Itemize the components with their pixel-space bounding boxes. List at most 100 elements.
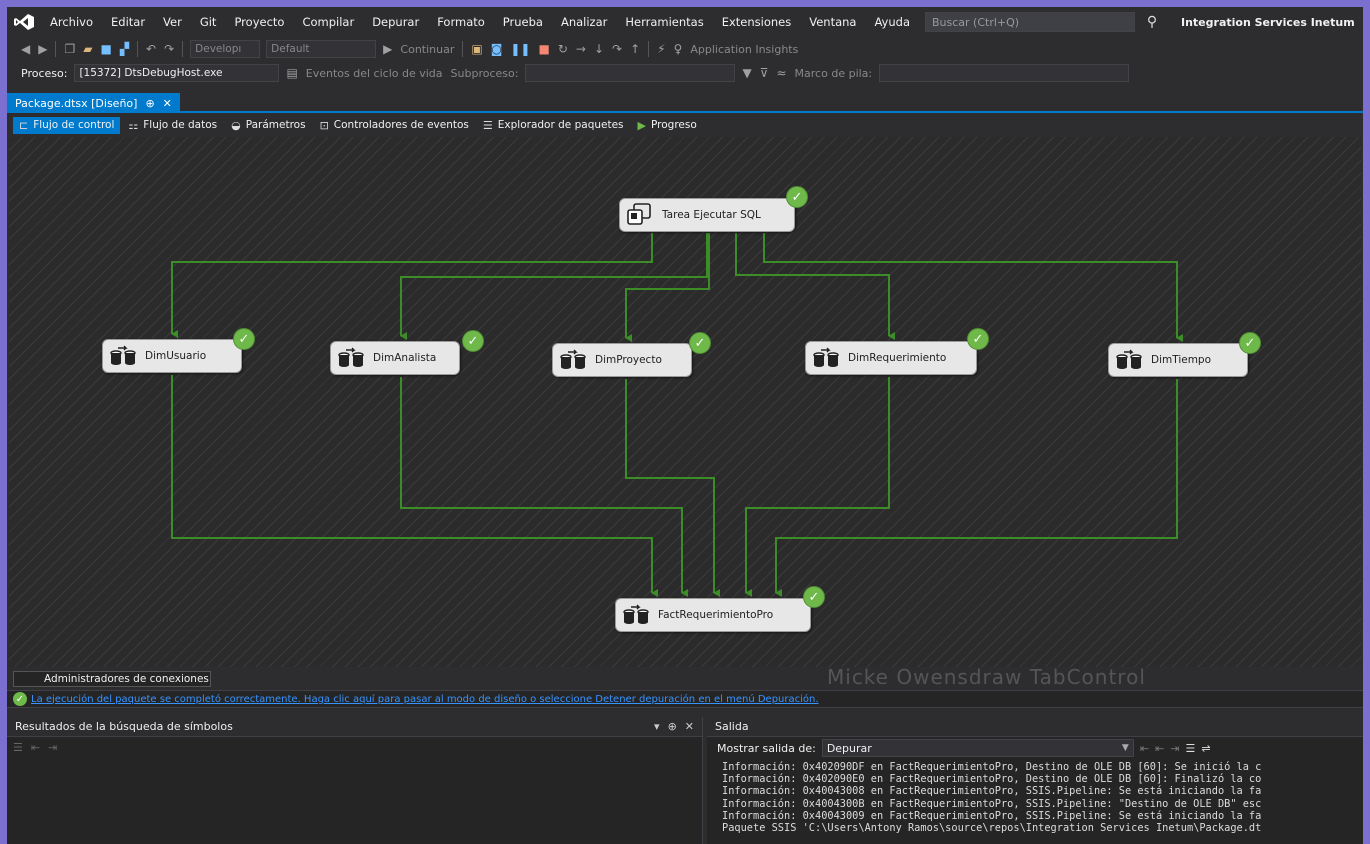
task-dimanalista[interactable]: DimAnalista [330,341,460,375]
visual-studio-logo-icon[interactable] [7,7,41,37]
tab-event-handlers[interactable]: ⊡ Controladores de eventos [314,117,475,134]
lifecycle-events-icon[interactable]: ▤ [282,66,301,80]
tab-connection-managers[interactable]: Administradores de conexiones [13,671,211,687]
constraint-sql-dimrequerimiento [735,233,895,340]
watermark-text: Micke Owensdraw TabControl [827,665,1146,689]
show-next-statement-icon[interactable]: → [572,42,590,56]
output-line: Paquete SSIS 'C:\Users\Antony Ramos\sour… [722,822,1262,835]
menu-compilar[interactable]: Compilar [293,15,363,29]
menu-analizar[interactable]: Analizar [552,15,616,29]
task-dimproyecto[interactable]: DimProyecto [552,343,692,377]
data-flow-task-icon [622,603,652,627]
document-tab-strip: Package.dtsx [Diseño] ⊕ ✕ [7,93,1363,113]
pause-icon[interactable]: ❚❚ [506,42,534,56]
stack-frame-label: Marco de pila: [794,66,873,80]
search-icon[interactable]: ⚲ [1139,14,1165,30]
previous-icon[interactable]: ⇤ [31,741,40,754]
task-dimusuario[interactable]: DimUsuario [102,339,242,373]
filter-icon[interactable]: ▼ [738,66,755,80]
find-message-icon[interactable]: ⇤ [1140,742,1149,755]
menu-ver[interactable]: Ver [154,15,191,29]
document-tab-package[interactable]: Package.dtsx [Diseño] ⊕ ✕ [7,93,180,113]
step-over-icon[interactable]: ↷ [608,42,626,56]
open-folder-icon[interactable]: ▰ [79,42,96,56]
toolbar-separator [648,41,650,57]
task-execute-sql[interactable]: Tarea Ejecutar SQL [619,198,795,232]
menu-prueba[interactable]: Prueba [494,15,552,29]
output-line: Información: 0x4004300B en FactRequerimi… [722,797,1262,810]
continue-icon[interactable]: ▶ [379,42,396,56]
process-combo[interactable]: [15372] DtsDebugHost.exe [74,64,280,82]
toggle-filter-icon[interactable]: ⊽ [756,66,773,80]
menu-herramientas[interactable]: Herramientas [616,15,712,29]
step-into-icon[interactable]: ↓ [590,42,608,56]
undo-icon[interactable]: ↶ [142,42,160,56]
tab-progress[interactable]: ▶ Progreso [632,117,703,134]
symbol-results-toolbar: ☰ ⇤ ⇥ [7,737,702,757]
tab-control-flow[interactable]: ⊏ Flujo de control [13,116,121,134]
menu-git[interactable]: Git [191,15,226,29]
task-name: Tarea Ejecutar SQL [662,209,761,221]
constraint-dimusuario-fact [171,375,658,597]
task-factrequerimientopro[interactable]: FactRequerimientoPro [615,598,811,632]
screenshot-icon[interactable]: ◙ [487,42,507,56]
tab-data-flow[interactable]: ⚏ Flujo de datos [122,117,223,134]
output-line: Información: 0x40043008 en FactRequerimi… [722,785,1262,798]
app-insights-icon[interactable]: ♀ [670,42,687,56]
flag-threads-icon[interactable]: ≈ [772,66,790,80]
menu-depurar[interactable]: Depurar [363,15,428,29]
data-flow-task-icon [559,348,589,372]
output-source-combo[interactable]: Depurar ▼ [821,739,1134,757]
save-icon[interactable]: ■ [96,42,115,56]
menu-formato[interactable]: Formato [428,15,494,29]
control-flow-canvas[interactable]: Tarea Ejecutar SQL ✓ DimUsuario ✓ DimAna… [9,137,1361,667]
list-icon[interactable]: ☰ [13,741,23,754]
step-out-icon[interactable]: ↑ [626,42,644,56]
previous-message-icon[interactable]: ⇤ [1155,742,1164,755]
task-name: DimRequerimiento [848,352,947,364]
menu-ventana[interactable]: Ventana [800,15,865,29]
menu-proyecto[interactable]: Proyecto [225,15,293,29]
thread-combo[interactable] [525,64,736,82]
redo-icon[interactable]: ↷ [160,42,178,56]
close-icon[interactable]: ✕ [685,720,694,733]
forward-icon[interactable]: ▶ [34,42,51,56]
task-name: DimAnalista [373,352,437,364]
close-icon[interactable]: ✕ [163,97,172,110]
tab-parameters[interactable]: ◒ Parámetros [225,117,311,134]
data-flow-task-icon [1115,348,1145,372]
restart-icon[interactable]: ↻ [554,42,572,56]
hot-reload-icon[interactable]: ⚡ [653,42,669,56]
menu-ayuda[interactable]: Ayuda [865,15,919,29]
task-dimrequerimiento[interactable]: DimRequerimiento [805,341,977,375]
platform-combo[interactable]: Default [266,40,377,58]
clear-all-icon[interactable]: ☰ [1185,742,1195,755]
standard-toolbar: ◀ ▶ ❐ ▰ ■ ▞ ↶ ↷ Developı Default ▶ Conti… [7,37,1363,61]
app-insights-button[interactable]: Application Insights [686,43,802,56]
panel-title: Salida [715,720,749,733]
word-wrap-icon[interactable]: ⇌ [1201,742,1210,755]
menu-extensiones[interactable]: Extensiones [713,15,801,29]
stack-frame-combo[interactable] [879,64,1130,82]
task-dimtiempo[interactable]: DimTiempo [1108,343,1248,377]
execution-complete-link[interactable]: La ejecución del paquete se completó cor… [31,694,819,705]
next-icon[interactable]: ⇥ [48,741,57,754]
continue-button[interactable]: Continuar [396,43,458,56]
pin-icon[interactable]: ⊕ [145,97,154,110]
search-input[interactable]: Buscar (Ctrl+Q) [925,12,1135,32]
pin-icon[interactable]: ⊕ [668,720,677,733]
visual-studio-window: Archivo Editar Ver Git Proyecto Compilar… [7,7,1363,844]
next-message-icon[interactable]: ⇥ [1170,742,1179,755]
new-project-icon[interactable]: ❐ [60,42,79,56]
menu-archivo[interactable]: Archivo [41,15,102,29]
dropdown-icon[interactable]: ▾ [654,720,660,733]
configuration-combo[interactable]: Developı [190,40,261,58]
back-icon[interactable]: ◀ [17,42,34,56]
tab-package-explorer[interactable]: ☰ Explorador de paquetes [477,117,630,134]
stop-icon[interactable]: ■ [534,42,553,56]
lifecycle-events-button[interactable]: Eventos del ciclo de vida [302,67,447,80]
menu-editar[interactable]: Editar [102,15,154,29]
save-all-icon[interactable]: ▞ [116,42,133,56]
toolbox-icon[interactable]: ▣ [467,42,486,56]
tab-label: Progreso [651,119,697,131]
